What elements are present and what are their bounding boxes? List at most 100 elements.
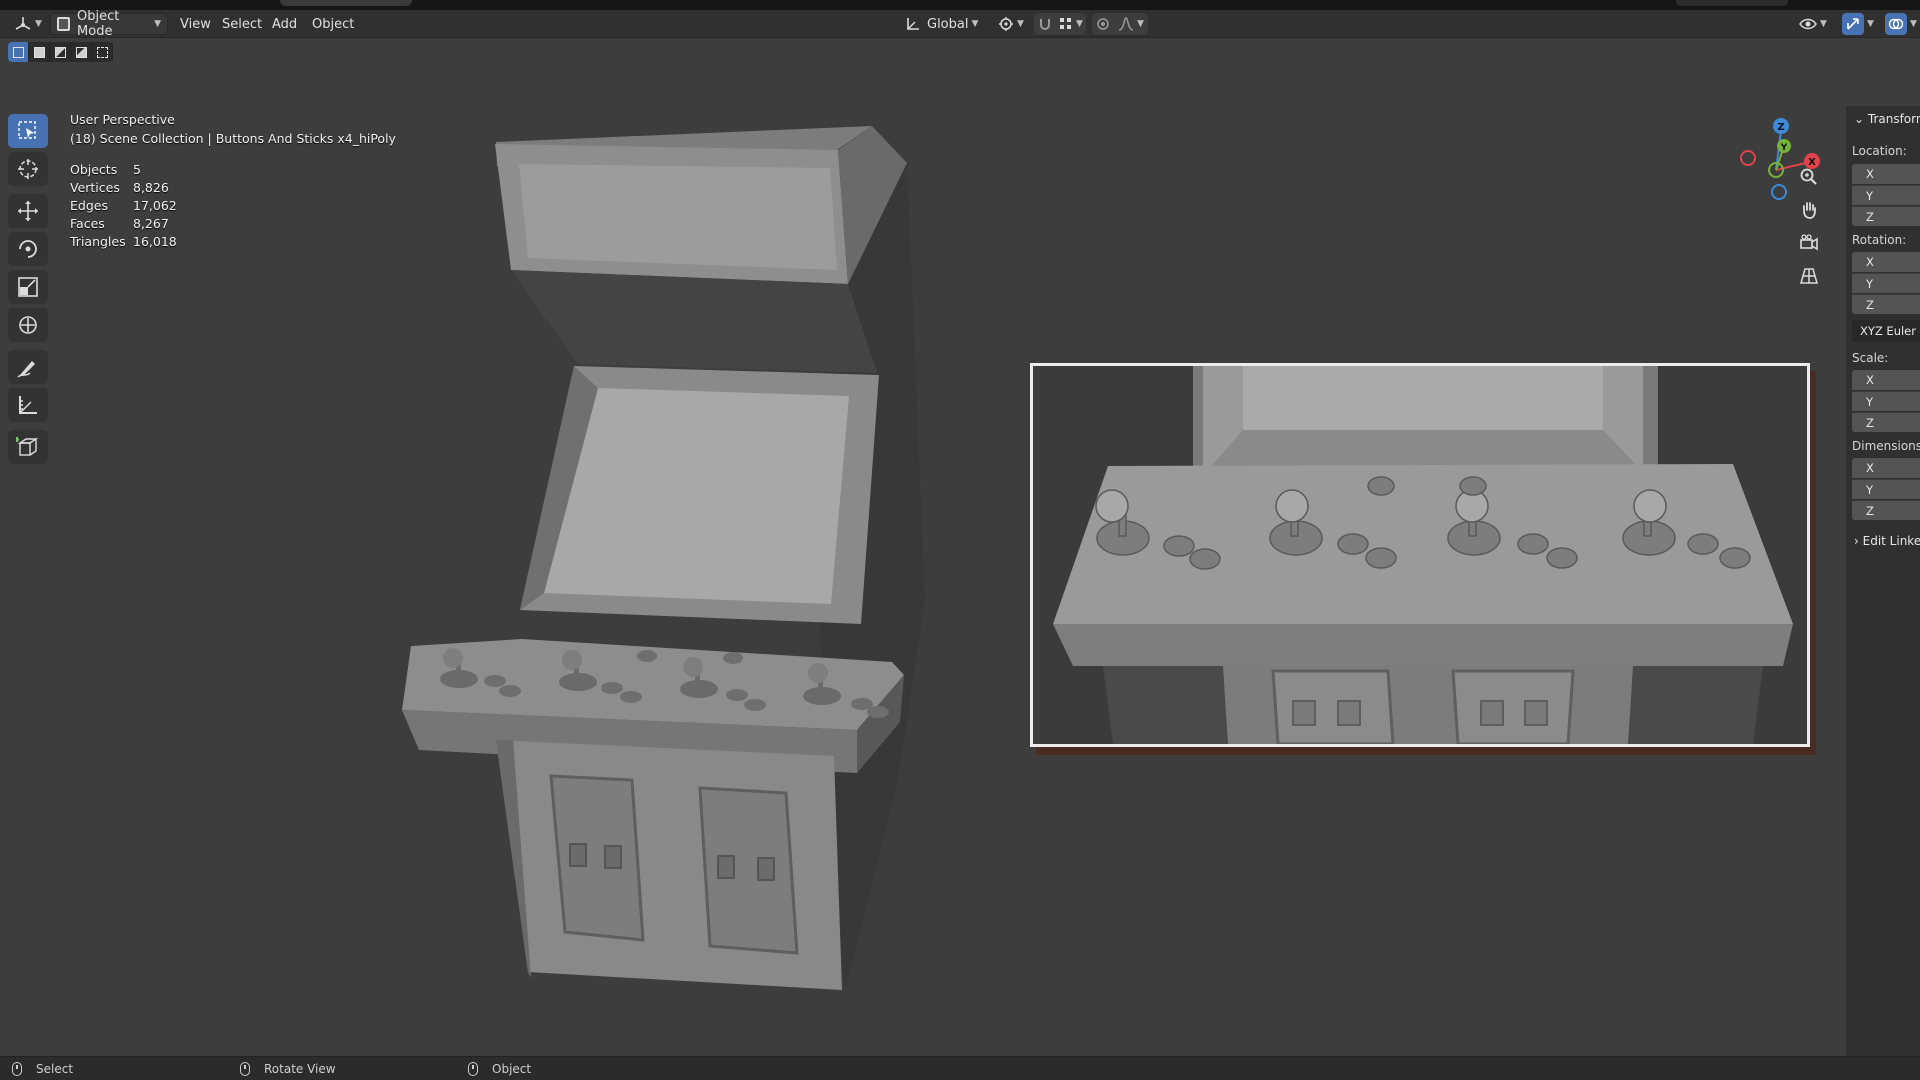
select-mode-intersect[interactable] (92, 42, 113, 62)
stat-label: Edges (70, 198, 108, 213)
rotation-y-field[interactable]: Y (1852, 273, 1920, 293)
stat-row: Vertices 8,826 (70, 180, 169, 195)
menu-add[interactable]: Add (266, 13, 303, 35)
axis-label: Z (1866, 298, 1874, 312)
location-z-field[interactable]: Z (1852, 206, 1920, 226)
neg-z-axis-handle (1771, 184, 1787, 200)
select-mode-subtract[interactable] (50, 42, 71, 62)
tool-cursor[interactable] (8, 152, 48, 186)
tool-add-cube[interactable] (8, 430, 48, 464)
status-hint-right-click: Object (468, 1057, 531, 1080)
zoom-button[interactable] (1794, 162, 1824, 192)
cursor-icon (18, 159, 38, 179)
status-hint-left-click: Select (12, 1057, 73, 1080)
axis-label: Z (1866, 504, 1874, 518)
dimensions-z-field[interactable]: Z (1852, 500, 1920, 520)
magnet-icon (1040, 19, 1050, 30)
tool-move[interactable] (8, 194, 48, 228)
proportional-editing-toggle[interactable] (1092, 13, 1114, 35)
status-right-label: Object (492, 1062, 532, 1076)
stat-row: Objects 5 (70, 162, 141, 177)
stat-row: Triangles 16,018 (70, 234, 177, 249)
chevron-down-icon: ▼ (1867, 19, 1874, 29)
scale-x-field[interactable]: X (1852, 370, 1920, 390)
pivot-point-icon (999, 17, 1014, 31)
overlay-active-indicator (1885, 13, 1908, 35)
select-mode-extend[interactable] (29, 42, 50, 62)
scale-y-field[interactable]: Y (1852, 391, 1920, 411)
search-field[interactable] (1676, 0, 1788, 6)
3d-viewport-icon (15, 17, 31, 30)
stat-label: Objects (70, 162, 118, 177)
menu-view[interactable]: View (174, 13, 217, 35)
stat-value: 16,018 (133, 234, 177, 249)
object-mode-icon (57, 17, 71, 31)
rotation-z-field[interactable]: Z (1852, 294, 1920, 314)
cabinet-upper-back (511, 270, 877, 373)
measure-icon (19, 396, 37, 414)
rotation-mode-dropdown[interactable]: XYZ Euler (1852, 320, 1920, 342)
snap-target-dropdown[interactable]: ▼ (1056, 13, 1086, 35)
select-mode-invert[interactable] (71, 42, 92, 62)
collection-path: (18) Scene Collection | Buttons And Stic… (70, 131, 396, 146)
overlays-toggle[interactable]: ▼ (1882, 13, 1920, 35)
location-y-field[interactable]: Y (1852, 185, 1920, 205)
rotation-x-field[interactable]: X (1852, 252, 1920, 272)
editor-type-button[interactable]: ▼ (8, 13, 44, 35)
axis-label: Y (1866, 277, 1874, 291)
axis-label: Z (1866, 416, 1874, 430)
scale-z-field[interactable]: Z (1852, 412, 1920, 432)
transform-orientation-dropdown[interactable]: Global ▼ (900, 13, 986, 35)
gizmos-toggle[interactable]: ▼ (1838, 13, 1878, 35)
menu-select[interactable]: Select (216, 13, 268, 35)
axis-label: X (1866, 373, 1874, 387)
axis-label: Y (1866, 189, 1874, 203)
transform-panel-header[interactable]: ⌄ Transform (1854, 112, 1920, 126)
edit-linked-label: Edit Linke (1862, 534, 1920, 548)
location-x-field[interactable]: X (1852, 164, 1920, 184)
tool-measure[interactable] (8, 388, 48, 422)
eye-icon (1799, 18, 1817, 30)
dimensions-x-field[interactable]: X (1852, 458, 1920, 478)
mouse-middle-icon (240, 1062, 250, 1076)
workspace-tab[interactable] (280, 0, 412, 6)
select-new-icon (12, 46, 24, 58)
transform-orientation-label: Global (927, 16, 969, 32)
chevron-down-icon: ▼ (971, 19, 979, 29)
select-mode-new[interactable] (8, 42, 29, 62)
camera-view-button[interactable] (1794, 228, 1824, 258)
sidebar-n-panel: ⌄ Transform Location: X Y Z Rotation: X … (1846, 106, 1920, 1056)
projection-toggle-button[interactable] (1794, 261, 1824, 291)
stat-value: 17,062 (133, 198, 177, 213)
status-hint-middle-click: Rotate View (240, 1057, 336, 1080)
select-extend-icon (33, 46, 45, 58)
dimensions-y-field[interactable]: Y (1852, 479, 1920, 499)
object-visibility-dropdown[interactable]: ▼ (1794, 13, 1832, 35)
gizmo-active-indicator (1842, 13, 1865, 35)
mouse-right-icon (468, 1062, 478, 1076)
tool-scale[interactable] (8, 270, 48, 304)
rotation-label: Rotation: (1852, 233, 1907, 247)
tool-transform[interactable] (8, 308, 48, 342)
snap-toggle[interactable] (1034, 13, 1056, 35)
chevron-down-icon: ▼ (1910, 19, 1917, 29)
edit-linked-panel-header[interactable]: › Edit Linke (1854, 534, 1920, 548)
mouse-left-icon (12, 1062, 22, 1076)
screen-face (544, 388, 849, 604)
mode-dropdown[interactable]: Object Mode ▼ (50, 9, 168, 39)
tool-rotate[interactable] (8, 232, 48, 266)
grid-snap-icon (1060, 18, 1072, 29)
marquee-inner (519, 164, 837, 270)
control-panel-closeup (1033, 366, 1807, 744)
coin-slot (569, 843, 587, 867)
tool-annotate[interactable] (8, 350, 48, 384)
z-axis-label: Z (1777, 122, 1784, 133)
pivot-point-dropdown[interactable]: ▼ (994, 13, 1028, 35)
reference-image-panel[interactable] (1030, 363, 1810, 747)
pan-button[interactable] (1794, 195, 1824, 225)
tool-select-box[interactable] (8, 114, 48, 148)
3d-viewport[interactable]: User Perspective (18) Scene Collection |… (0, 38, 1920, 1056)
menu-object[interactable]: Object (306, 13, 360, 35)
proportional-falloff-dropdown[interactable]: ▼ (1114, 13, 1148, 35)
chevron-down-icon: ⌄ (1854, 112, 1868, 126)
